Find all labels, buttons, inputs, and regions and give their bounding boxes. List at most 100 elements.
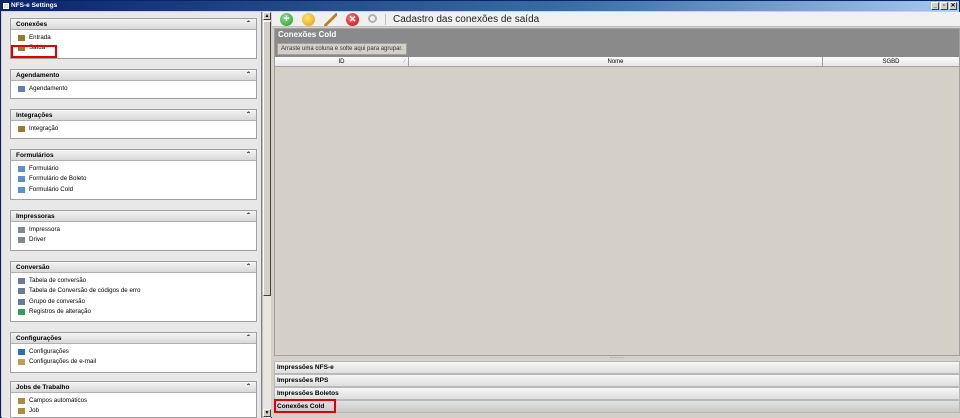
sidebar: Conexões ⌃ Entrada Saída Agendamento ⌃ Agendam… xyxy=(2,12,262,418)
sidebar-item[interactable]: Entrada xyxy=(11,33,256,43)
sidebar-group-header[interactable]: Agendamento ⌃ xyxy=(11,70,256,81)
group-icon xyxy=(18,298,25,305)
close-button[interactable]: ✕ xyxy=(949,2,957,10)
sidebar-item[interactable]: Impressora xyxy=(11,225,256,235)
maximize-button[interactable]: ▫ xyxy=(940,2,948,10)
column-header-nome[interactable]: Nome xyxy=(409,57,823,66)
sidebar-group-body: Configurações Configurações de e-mail xyxy=(11,344,256,372)
scroll-up-arrow[interactable]: ▲ xyxy=(263,12,271,20)
sidebar-item-label: Tabela de conversão xyxy=(29,277,87,284)
sidebar-group: Formulários ⌃ Formulário Formulário de Bole… xyxy=(10,149,257,200)
app-window: NFS-e Settings _ ▫ ✕ Conexões ⌃ Entrada Saí… xyxy=(0,0,960,418)
sidebar-group-header[interactable]: Impressoras ⌃ xyxy=(11,211,256,222)
sidebar-group: Impressoras ⌃ Impressora Driver xyxy=(10,210,257,251)
sidebar-item[interactable]: Driver xyxy=(11,235,256,245)
nav-bar-impressoes-nfse[interactable]: Impressões NFS-e xyxy=(274,361,960,374)
search-icon[interactable] xyxy=(368,14,377,23)
table-icon xyxy=(18,288,25,295)
sidebar-group-body: Impressora Driver xyxy=(11,222,256,250)
sidebar-item[interactable]: Formulário xyxy=(11,164,256,174)
form-icon xyxy=(18,186,25,193)
sidebar-group-title: Formulários xyxy=(16,152,54,159)
sidebar-item[interactable]: Grupo de conversão xyxy=(11,297,256,307)
form-icon xyxy=(18,166,25,172)
sidebar-group-header[interactable]: Jobs de Trabalho ⌃ xyxy=(11,382,256,393)
collapse-chevron-icon[interactable]: ⌃ xyxy=(246,150,251,161)
job-icon xyxy=(18,408,25,415)
sidebar-group-body: Formulário Formulário de Boleto Formulário… xyxy=(11,161,256,199)
sidebar-item[interactable]: Integração xyxy=(11,124,256,134)
filter-icon[interactable]: ⁄ xyxy=(404,57,405,67)
delete-icon[interactable]: ✕ xyxy=(346,13,359,26)
nav-bar-impressoes-rps[interactable]: Impressões RPS xyxy=(274,374,960,387)
sidebar-item[interactable]: Job xyxy=(11,406,256,416)
group-by-area[interactable]: Arraste uma coluna e solte aqui para agr… xyxy=(275,40,959,57)
printer-icon xyxy=(18,227,25,233)
sidebar-group-body: Agendamento xyxy=(11,81,256,98)
sidebar-item[interactable]: Formulário de Boleto xyxy=(11,174,256,184)
collapse-chevron-icon[interactable]: ⌃ xyxy=(246,211,251,222)
collapse-chevron-icon[interactable]: ⌃ xyxy=(246,70,251,81)
sidebar-item[interactable]: Campos automáticos xyxy=(11,396,256,406)
log-icon xyxy=(18,308,25,315)
sidebar-group-header[interactable]: Formulários ⌃ xyxy=(11,150,256,161)
sidebar-group-title: Agendamento xyxy=(16,72,60,79)
sidebar-group-header[interactable]: Conexões ⌃ xyxy=(11,19,256,30)
integration-icon xyxy=(18,126,25,132)
sidebar-group-header[interactable]: Configurações ⌃ xyxy=(11,333,256,344)
smiley-icon[interactable] xyxy=(302,13,315,26)
sidebar-scrollbar[interactable]: ▲ ▼ xyxy=(262,12,271,418)
sidebar-group-header[interactable]: Integrações ⌃ xyxy=(11,110,256,121)
sidebar-item[interactable]: Configurações de e-mail xyxy=(11,357,256,367)
sidebar-group-body: Campos automáticos Job xyxy=(11,393,256,417)
sidebar-group-title: Jobs de Trabalho xyxy=(16,384,70,391)
sidebar-item-label: Job xyxy=(29,407,39,415)
fields-icon xyxy=(18,398,25,404)
grid-panel: Conexões Cold Arraste uma coluna e solte… xyxy=(274,28,960,356)
column-header-sgbd[interactable]: SGBD xyxy=(823,57,959,66)
sidebar-item[interactable]: Agendamento xyxy=(11,84,256,94)
collapse-chevron-icon[interactable]: ⌃ xyxy=(246,382,251,393)
sidebar-group: Configurações ⌃ Configurações Configurações… xyxy=(10,332,257,373)
nav-bar-impressoes-boletos[interactable]: Impressões Boletos xyxy=(274,387,960,400)
sidebar-group-header[interactable]: Conversão ⌃ xyxy=(11,262,256,273)
table-icon xyxy=(18,278,25,284)
sidebar-item[interactable]: Tabela de conversão xyxy=(11,276,256,286)
scroll-thumb[interactable] xyxy=(263,21,271,296)
sidebar-item-label: Impressora xyxy=(29,226,60,233)
sidebar-item-label: Entrada xyxy=(29,34,51,41)
sidebar-item[interactable]: Registros de alteração xyxy=(11,307,256,317)
edit-icon[interactable] xyxy=(324,13,337,26)
sidebar-group: Conversão ⌃ Tabela de conversão Tabela de C… xyxy=(10,261,257,323)
calendar-icon xyxy=(18,86,25,92)
sidebar-item[interactable]: Configurações xyxy=(11,347,256,357)
highlight-conexoes-cold xyxy=(274,399,336,413)
grid-title: Conexões Cold xyxy=(275,29,959,40)
column-header-id[interactable]: ID ⁄ xyxy=(275,57,409,66)
email-icon xyxy=(18,359,25,366)
collapse-chevron-icon[interactable]: ⌃ xyxy=(246,262,251,273)
collapse-chevron-icon[interactable]: ⌃ xyxy=(246,110,251,121)
title-bar: NFS-e Settings _ ▫ ✕ xyxy=(1,1,959,11)
sidebar-item-label: Formulário xyxy=(29,165,59,172)
collapse-chevron-icon[interactable]: ⌃ xyxy=(246,333,251,344)
sidebar-group-title: Conversão xyxy=(16,264,50,271)
form-icon xyxy=(18,176,25,183)
highlight-saida xyxy=(11,45,57,58)
sidebar-item-label: Grupo de conversão xyxy=(29,297,86,305)
sidebar-item-label: Formulário de Boleto xyxy=(29,175,87,183)
collapse-chevron-icon[interactable]: ⌃ xyxy=(246,19,251,30)
sidebar-group-title: Integrações xyxy=(16,112,53,119)
main-area: + ✕ Cadastro das conexões de saída Conex… xyxy=(272,12,960,418)
sidebar-item-label: Formulário Cold xyxy=(29,185,74,193)
sidebar-item[interactable]: Formulário Cold xyxy=(11,185,256,195)
sidebar-item-label: Tabela de Conversão de códigos de erro xyxy=(29,287,141,295)
minimize-button[interactable]: _ xyxy=(931,2,939,10)
sidebar-item-label: Integração xyxy=(29,125,59,132)
nav-bar-conexoes-cold[interactable]: Conexões Cold xyxy=(274,400,960,413)
sidebar-group: Jobs de Trabalho ⌃ Campos automáticos Job xyxy=(10,381,257,418)
grid-body[interactable] xyxy=(275,67,959,346)
sidebar-item[interactable]: Tabela de Conversão de códigos de erro xyxy=(11,286,256,296)
add-icon[interactable]: + xyxy=(280,13,293,26)
scroll-down-arrow[interactable]: ▼ xyxy=(263,409,271,417)
